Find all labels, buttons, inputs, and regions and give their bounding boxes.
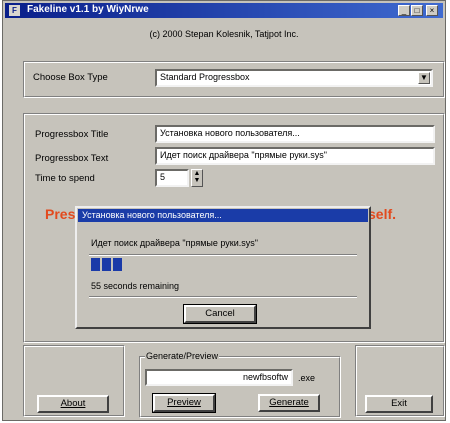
close-icon[interactable]: × [426,5,438,16]
progressbox-text-field[interactable]: Идет поиск драйвера "прямые руки.sys" [155,147,435,165]
press-text-left: Pres [45,206,76,222]
text-label: Progressbox Text [35,153,109,164]
dialog-message: Идет поиск драйвера "прямые руки.sys" [91,238,258,248]
box-type-value: Standard Progressbox [160,72,250,82]
copyright-text: (c) 2000 Stepan Kolesnik, Tatjpot Inc. [149,29,299,39]
progressbox-title-value: Установка нового пользователя... [160,128,300,138]
progress-bar [91,258,359,271]
dialog-divider-2 [89,296,357,298]
box-type-select[interactable]: Standard Progressbox ▼ [155,69,433,87]
main-window: F Fakeline v1.1 by WiyNrwe _ □ × (c) 200… [2,0,446,421]
title-label: Progressbox Title [35,129,109,140]
progressbox-text-value: Идет поиск драйвера "прямые руки.sys" [160,150,327,160]
chevron-down-icon[interactable]: ▼ [418,72,430,84]
dialog-status: 55 seconds remaining [91,281,180,291]
time-label: Time to spend [35,173,95,184]
progress-block [113,258,122,271]
press-text-right: self. [368,206,397,222]
progress-block [91,258,100,271]
time-input[interactable]: 5 [155,169,189,187]
about-label: About [60,398,86,409]
preview-label: Preview [167,397,201,408]
box-type-label: Choose Box Type [33,72,108,83]
exit-button[interactable]: Exit [365,395,433,413]
file-extension: .exe [298,373,316,383]
generate-group-label: Generate/Preview [145,351,220,361]
exit-label: Exit [391,398,407,409]
window-title: Fakeline v1.1 by WiyNrwe [27,4,149,15]
progressbox-title-field[interactable]: Установка нового пользователя... [155,125,435,143]
progress-dialog: Установка нового пользователя... Идет по… [75,206,371,329]
filename-input[interactable]: newfbsoftw [145,369,293,386]
time-value: 5 [160,172,166,182]
filename-value: newfbsoftw [242,372,288,382]
title-bar[interactable]: F Fakeline v1.1 by WiyNrwe _ □ × [5,3,443,18]
cancel-label: Cancel [205,308,235,319]
progress-block [102,258,111,271]
time-spinner[interactable]: ▲ ▼ [191,169,203,187]
generate-label: Generate [269,397,309,408]
minimize-icon[interactable]: _ [398,5,410,16]
dialog-title: Установка нового пользователя... [78,209,368,222]
about-button[interactable]: About [37,395,109,413]
generate-button[interactable]: Generate [258,394,320,412]
dialog-divider [89,254,357,256]
maximize-icon[interactable]: □ [411,5,423,16]
preview-button[interactable]: Preview [152,393,216,413]
app-icon[interactable]: F [9,5,20,16]
cancel-button[interactable]: Cancel [183,304,257,324]
